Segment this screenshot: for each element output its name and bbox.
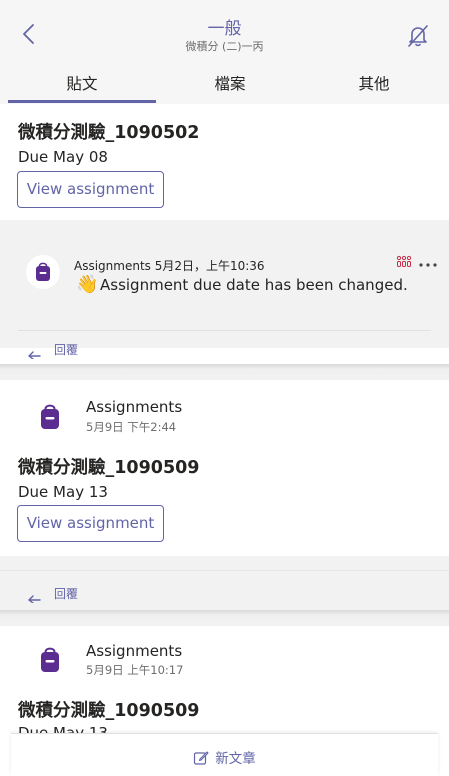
view-assignment-button[interactable]: View assignment bbox=[17, 505, 164, 542]
post-separator bbox=[0, 364, 449, 380]
assignment-title: 微積分測驗_1090509 bbox=[18, 458, 200, 478]
backpack-icon bbox=[41, 404, 59, 429]
post-sender: Assignments bbox=[86, 398, 183, 416]
mention-group-icon[interactable] bbox=[396, 255, 412, 272]
reply-arrow-icon[interactable] bbox=[26, 588, 42, 607]
post-timestamp: 5月9日 下午2:44 bbox=[86, 420, 177, 434]
due-date: Due May 13 bbox=[18, 483, 108, 501]
view-assignment-button[interactable]: View assignment bbox=[17, 171, 164, 208]
new-post-label: 新文章 bbox=[215, 751, 256, 767]
active-tab-indicator bbox=[8, 100, 156, 103]
reply-divider bbox=[18, 330, 431, 331]
backpack-icon bbox=[36, 262, 50, 281]
compose-icon bbox=[194, 751, 209, 765]
more-options-icon[interactable] bbox=[417, 256, 439, 275]
team-name: 微積分 (二)一丙 bbox=[185, 40, 264, 53]
new-post-button[interactable]: 新文章 bbox=[11, 747, 438, 767]
assignment-title: 微積分測驗_1090509 bbox=[18, 701, 200, 721]
tab-files[interactable]: 檔案 bbox=[156, 72, 304, 106]
reply-arrow-icon[interactable] bbox=[26, 344, 42, 363]
due-date: Due May 08 bbox=[18, 148, 108, 166]
message-text: Assignment due date has been changed. bbox=[100, 276, 408, 294]
channel-title: 一般 bbox=[207, 19, 242, 39]
post-separator bbox=[0, 220, 449, 238]
post-timestamp: 5月9日 上午10:17 bbox=[86, 663, 184, 677]
reply-button[interactable]: 回覆 bbox=[54, 341, 78, 358]
bell-muted-icon[interactable] bbox=[404, 22, 432, 50]
wave-emoji: 👋 bbox=[76, 274, 99, 295]
assignment-title: 微積分測驗_1090502 bbox=[18, 123, 200, 143]
assignments-app-avatar bbox=[28, 638, 72, 682]
message-sender-line: Assignments 5月2日，上午10:36 bbox=[74, 259, 265, 273]
post-separator bbox=[0, 556, 449, 570]
reply-button[interactable]: 回覆 bbox=[54, 585, 78, 602]
assignments-app-avatar bbox=[28, 395, 72, 439]
assignments-app-avatar bbox=[26, 255, 60, 289]
tab-more[interactable]: 其他 bbox=[304, 72, 444, 106]
channel-header: 一般 微積分 (二)一丙 貼文 檔案 其他 bbox=[0, 0, 449, 104]
backpack-icon bbox=[41, 647, 59, 672]
new-post-bar[interactable]: 新文章 bbox=[11, 733, 438, 776]
post-sender: Assignments bbox=[86, 642, 183, 660]
post-separator bbox=[0, 610, 449, 626]
